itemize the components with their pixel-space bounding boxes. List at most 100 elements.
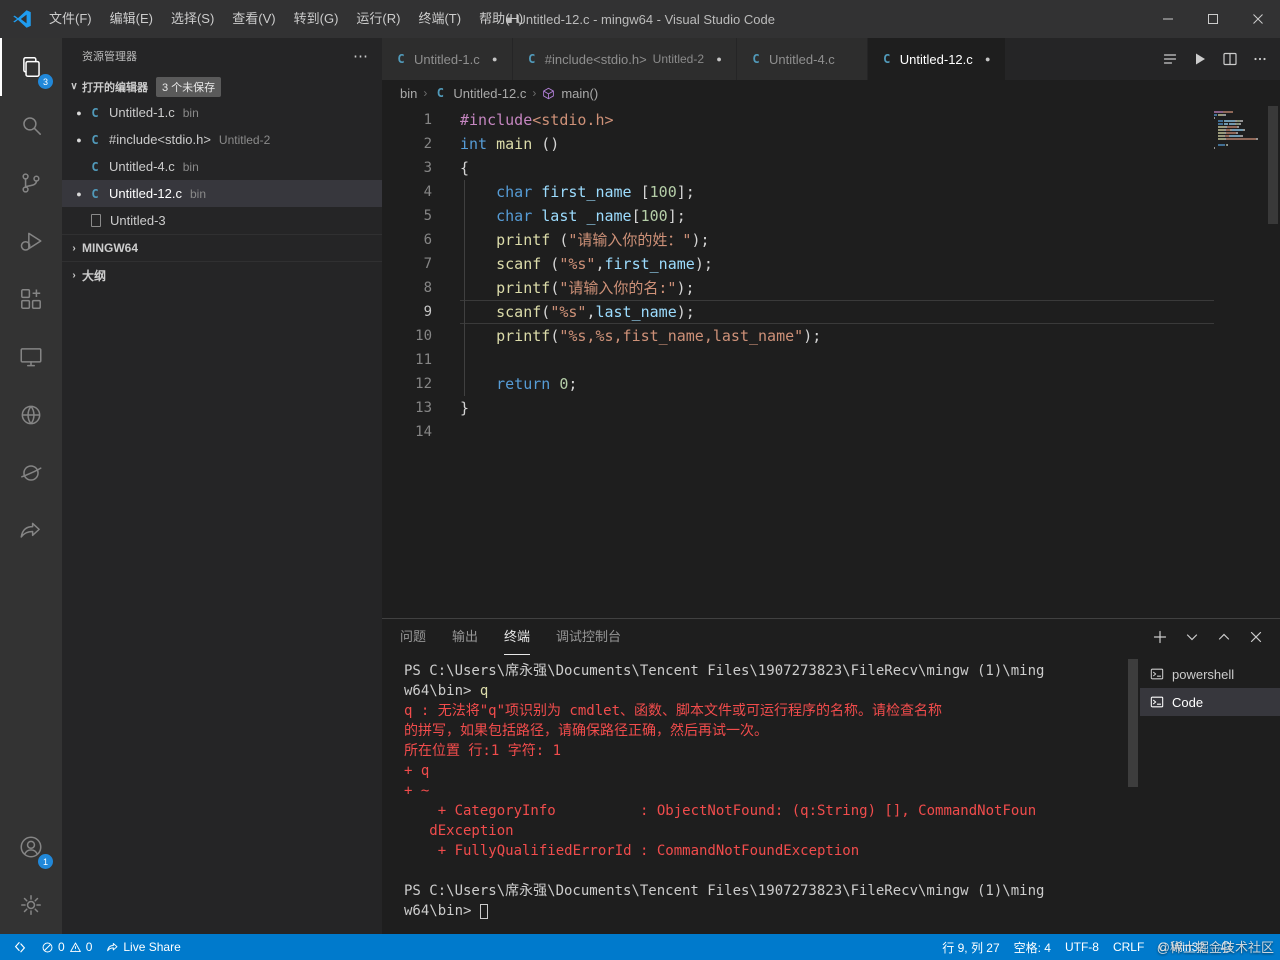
- section-outline[interactable]: › 大纲: [62, 261, 382, 288]
- maximize-button[interactable]: [1190, 0, 1235, 38]
- file-detail: Untitled-2: [218, 132, 271, 147]
- editor-tab[interactable]: C #include<stdio.h> Untitled-2 ●: [512, 38, 737, 80]
- run-button[interactable]: [1192, 51, 1208, 67]
- sidebar-more-actions-icon[interactable]: ⋯: [353, 47, 368, 65]
- globe-icon: [18, 402, 44, 428]
- terminal-line: 所在位置 行:1 字符: 1: [404, 743, 562, 759]
- modified-dot: ●: [492, 54, 498, 64]
- live-share-button[interactable]: Live Share: [99, 934, 187, 960]
- code-line: scanf ("%s",first_name);: [496, 255, 713, 273]
- minimize-button[interactable]: [1145, 0, 1190, 38]
- open-editor-item[interactable]: ●CUntitled-4.cbin: [62, 153, 382, 180]
- tab-label: Untitled-12.c: [899, 51, 973, 67]
- panel-tab[interactable]: 输出: [452, 619, 478, 655]
- close-panel-icon[interactable]: [1248, 629, 1264, 645]
- file-name: Untitled-12.c: [109, 186, 182, 201]
- menu-item[interactable]: 帮助(H): [470, 0, 532, 38]
- new-terminal-icon[interactable]: [1152, 629, 1168, 645]
- terminal-line: PS C:\Users\席永强\Documents\Tencent Files\…: [404, 663, 1045, 679]
- indentation-status[interactable]: 空格: 4: [1007, 934, 1058, 960]
- editor-tab[interactable]: CUntitled-4.c●: [737, 38, 867, 80]
- account-button[interactable]: 1: [0, 818, 62, 876]
- eol-status[interactable]: CRLF: [1106, 934, 1151, 960]
- editor-actions: [1162, 38, 1280, 80]
- c-file-icon: C: [397, 52, 405, 66]
- panel-tab[interactable]: 终端: [504, 619, 531, 655]
- terminal-line: 的拼写，如果包括路径，请确保路径正确，然后再试一次。: [404, 723, 768, 739]
- code-line: return 0;: [496, 375, 578, 393]
- activity-run-debug[interactable]: [0, 212, 62, 270]
- split-editor-icon[interactable]: [1222, 51, 1238, 67]
- breadcrumb-item[interactable]: Untitled-12.c: [453, 86, 526, 101]
- sidebar-title: 资源管理器: [82, 51, 137, 63]
- code-lines: #include<stdio.h> int main () { char first…: [460, 108, 1214, 444]
- menu-item[interactable]: 查看(V): [223, 0, 284, 38]
- activity-live-share[interactable]: [0, 502, 62, 560]
- activity-source-control[interactable]: [0, 154, 62, 212]
- terminal-session[interactable]: Code: [1140, 688, 1280, 716]
- terminal-dropdown-icon[interactable]: [1184, 629, 1200, 645]
- section-mingw64[interactable]: › MINGW64: [62, 234, 382, 261]
- editor-tab[interactable]: C Untitled-12.c ●: [867, 38, 1005, 80]
- activity-search[interactable]: [0, 96, 62, 154]
- activity-extensions[interactable]: [0, 270, 62, 328]
- minimap[interactable]: [1214, 106, 1266, 618]
- open-editor-item[interactable]: ● C #include<stdio.h> Untitled-2: [62, 126, 382, 153]
- line-number: 14: [415, 424, 432, 440]
- terminal[interactable]: PS C:\Users\席永强\Documents\Tencent Files\…: [382, 655, 1140, 934]
- open-editors-header[interactable]: ∨ 打开的编辑器 3 个未保存: [62, 74, 382, 99]
- encoding-status[interactable]: UTF-8: [1058, 934, 1106, 960]
- open-editor-item[interactable]: ● C Untitled-1.c bin: [62, 99, 382, 126]
- modified-dot: ●: [76, 188, 82, 199]
- session-label: powershell: [1172, 666, 1235, 682]
- menu-item[interactable]: 文件(F): [40, 0, 101, 38]
- window-controls: [1145, 0, 1280, 38]
- breadcrumb-item[interactable]: main(): [561, 86, 598, 101]
- open-editor-item[interactable]: ●Untitled-3: [62, 207, 382, 234]
- activity-remote-explorer[interactable]: [0, 328, 62, 386]
- terminal-line: w64\bin>: [404, 901, 1140, 921]
- modified-dot: ●: [985, 54, 991, 64]
- editor-tab[interactable]: C Untitled-1.c ●: [382, 38, 512, 80]
- menu-item[interactable]: 运行(R): [347, 0, 409, 38]
- file-detail: bin: [189, 186, 206, 201]
- maximize-panel-icon[interactable]: [1216, 629, 1232, 645]
- chevron-right-icon: ›: [72, 242, 76, 254]
- run-debug-icon: [18, 228, 44, 254]
- editor-more-actions-icon[interactable]: [1252, 51, 1268, 67]
- terminal-sessions: powershell Code: [1140, 655, 1280, 934]
- panel-tab[interactable]: 问题: [400, 619, 426, 655]
- panel-tab[interactable]: 调试控制台: [556, 619, 621, 655]
- editor-gutter: 1 2 3 4 5 6 7 8 9 10 11 12 13 14: [382, 106, 460, 618]
- code-line: printf ("请输入你的姓：");: [496, 231, 710, 249]
- problems-status[interactable]: 0 0: [34, 934, 99, 960]
- terminal-session[interactable]: powershell: [1140, 660, 1280, 688]
- remote-indicator[interactable]: [6, 934, 34, 960]
- cursor-position[interactable]: 行 9, 列 27: [935, 934, 1006, 960]
- terminal-scrollbar[interactable]: [1128, 659, 1138, 787]
- code-editor[interactable]: 1 2 3 4 5 6 7 8 9 10 11 12 13 14 #include<stdio.h> int…: [382, 106, 1280, 618]
- vscode-window: 文件(F) 编辑(E) 选择(S) 查看(V) 转到(G) 运行(R) 终端(T) 帮助(H)…: [0, 0, 1280, 960]
- modified-dot: ●: [76, 107, 82, 118]
- menu-item[interactable]: 终端(T): [409, 0, 470, 38]
- activity-browser-preview[interactable]: [0, 386, 62, 444]
- activity-planet[interactable]: [0, 444, 62, 502]
- settings-button[interactable]: [0, 876, 62, 934]
- breadcrumb-item[interactable]: bin: [400, 86, 417, 101]
- code-pane[interactable]: #include<stdio.h> int main () { char first…: [460, 106, 1214, 618]
- close-button[interactable]: [1235, 0, 1280, 38]
- menu-item[interactable]: 选择(S): [162, 0, 223, 38]
- tab-detail: Untitled-2: [652, 52, 705, 66]
- live-share-icon: [106, 941, 119, 954]
- panel-tab-bar: 问题 输出 终端 调试控制台: [382, 619, 1280, 655]
- scrollbar-thumb[interactable]: [1268, 106, 1278, 224]
- symbol-cube-icon: [542, 87, 555, 100]
- activity-explorer[interactable]: 3: [0, 38, 62, 96]
- editor-list-icon[interactable]: [1162, 51, 1178, 67]
- editor-scrollbar[interactable]: [1266, 106, 1280, 618]
- menu-item[interactable]: 转到(G): [285, 0, 348, 38]
- open-editor-item[interactable]: ● C Untitled-12.c bin: [62, 180, 382, 207]
- terminal-line: + ~: [404, 783, 430, 799]
- file-icon: [91, 214, 101, 227]
- menu-item[interactable]: 编辑(E): [101, 0, 162, 38]
